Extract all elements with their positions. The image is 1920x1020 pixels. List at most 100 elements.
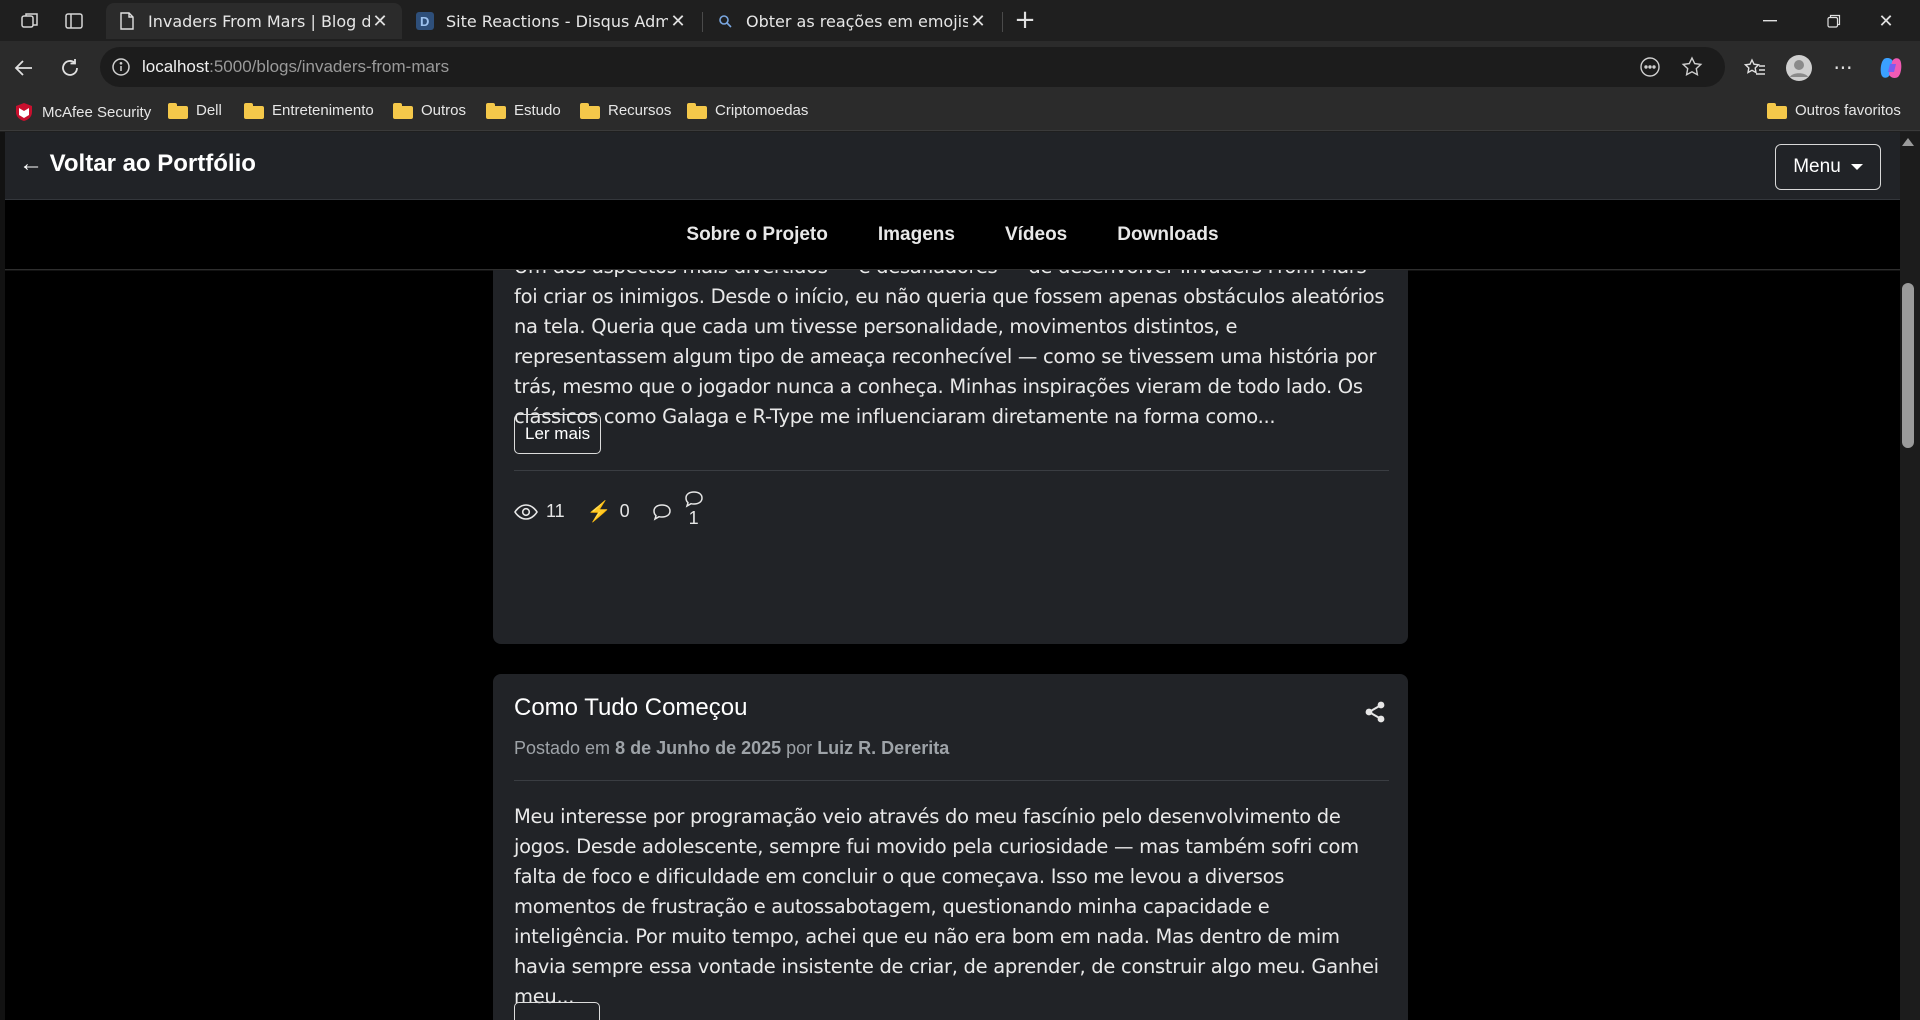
- folder-icon: [1767, 102, 1787, 119]
- tab-title: Site Reactions - Disqus Admin: [446, 11, 668, 31]
- tab-title: Invaders From Mars | Blog do Proj: [148, 11, 370, 31]
- settings-more-icon[interactable]: ···: [1829, 54, 1857, 82]
- post-meta: Postado em 8 de Junho de 2025 por Luiz R…: [514, 738, 949, 759]
- folder-icon: [486, 102, 506, 119]
- tab-separator: [1002, 12, 1003, 32]
- copilot-icon[interactable]: [1877, 54, 1905, 82]
- post-excerpt: Um dos aspectos mais divertidos — e desa…: [514, 255, 1385, 428]
- minimize-button[interactable]: [1750, 8, 1790, 34]
- tab-emoji-reactions[interactable]: Obter as reações em emojis do di ✕: [704, 3, 1000, 39]
- reactions-count: 0: [619, 501, 630, 521]
- folder-icon: [580, 102, 600, 119]
- tab-actions-icon[interactable]: [62, 9, 86, 33]
- new-tab-button[interactable]: +: [1012, 7, 1038, 34]
- bookmark-dell[interactable]: Dell: [168, 102, 222, 119]
- browser-toolbar: localhost:5000/blogs/invaders-from-mars …: [0, 41, 1920, 95]
- lightning-icon: ⚡: [586, 501, 612, 523]
- menu-button[interactable]: Menu: [1775, 144, 1881, 190]
- profile-avatar-icon[interactable]: [1785, 54, 1813, 82]
- post-author: Luiz R. Dererita: [817, 738, 950, 758]
- blog-post-card: Um dos aspectos mais divertidos — e desa…: [493, 232, 1408, 644]
- comments-count: 1: [688, 508, 699, 528]
- card-divider: [514, 780, 1389, 781]
- search-icon: [716, 12, 734, 30]
- tab-disqus-admin[interactable]: D Site Reactions - Disqus Admin ✕: [404, 3, 700, 39]
- tab-invaders-blog[interactable]: Invaders From Mars | Blog do Proj ✕: [106, 3, 402, 39]
- meta-prefix: Postado em: [514, 738, 611, 758]
- share-icon[interactable]: [1363, 700, 1387, 724]
- workspaces-icon[interactable]: [18, 9, 42, 33]
- favorite-star-icon[interactable]: [1681, 56, 1703, 78]
- comment-icon: [652, 503, 671, 521]
- address-bar[interactable]: localhost:5000/blogs/invaders-from-mars: [100, 47, 1725, 87]
- card-divider: [514, 470, 1389, 471]
- site-info-icon[interactable]: [111, 57, 131, 77]
- views-count: 11: [546, 501, 565, 521]
- back-to-portfolio-link[interactable]: ← Voltar ao Portfólio: [19, 150, 256, 178]
- favorites-icon[interactable]: [1741, 54, 1769, 82]
- bookmark-label: McAfee Security: [42, 103, 152, 121]
- eye-icon: [514, 503, 538, 520]
- vertical-scrollbar[interactable]: [1900, 132, 1920, 1020]
- bookmark-label: Outros: [421, 102, 467, 119]
- scrollbar-thumb[interactable]: [1902, 283, 1914, 448]
- bookmark-label: Outros favoritos: [1795, 102, 1901, 119]
- refresh-icon[interactable]: [56, 54, 84, 82]
- read-more-button[interactable]: Ler mais: [514, 414, 602, 454]
- close-tab-icon[interactable]: ✕: [968, 11, 988, 32]
- nav-imagens[interactable]: Imagens: [878, 224, 955, 246]
- caret-down-icon: [1850, 164, 1863, 170]
- project-subnav: Sobre o Projeto Imagens Vídeos Downloads: [5, 200, 1900, 270]
- post-date: 8 de Junho de 2025: [615, 738, 782, 758]
- bookmark-label: Entretenimento: [272, 102, 374, 119]
- nav-videos[interactable]: Vídeos: [1005, 224, 1067, 246]
- bookmark-label: Recursos: [608, 102, 672, 119]
- bookmark-criptomoedas[interactable]: Criptomoedas: [687, 102, 808, 119]
- restore-button[interactable]: [1814, 8, 1854, 34]
- back-arrow-icon[interactable]: [10, 54, 38, 82]
- close-tab-icon[interactable]: ✕: [668, 11, 688, 32]
- folder-icon: [168, 102, 188, 119]
- folder-icon: [244, 102, 264, 119]
- read-aloud-icon[interactable]: [1639, 56, 1661, 78]
- mcafee-shield-icon: [16, 103, 32, 121]
- page-viewport: Um dos aspectos mais divertidos — e desa…: [0, 132, 1900, 1020]
- bookmark-mcafee[interactable]: McAfee Security: [14, 102, 151, 122]
- url-path: :5000/blogs/invaders-from-mars: [209, 57, 450, 76]
- nav-downloads[interactable]: Downloads: [1117, 224, 1218, 246]
- folder-icon: [393, 102, 413, 119]
- folder-icon: [687, 102, 707, 119]
- bookmark-entretenimento[interactable]: Entretenimento: [244, 102, 374, 119]
- read-more-button[interactable]: [514, 1002, 600, 1020]
- menu-label: Menu: [1793, 156, 1841, 177]
- url-text[interactable]: localhost:5000/blogs/invaders-from-mars: [142, 57, 449, 77]
- tab-separator: [702, 12, 703, 32]
- bookmark-outros[interactable]: Outros: [393, 102, 466, 119]
- bookmark-estudo[interactable]: Estudo: [486, 102, 561, 119]
- tab-title: Obter as reações em emojis do di: [746, 11, 968, 31]
- bookmark-label: Estudo: [514, 102, 561, 119]
- post-title[interactable]: Como Tudo Começou: [514, 694, 747, 722]
- bookmark-label: Criptomoedas: [715, 102, 809, 119]
- comment-count-icon: [684, 491, 703, 508]
- blog-post-card: Como Tudo Começou Postado em 8 de Junho …: [493, 674, 1408, 1020]
- disqus-icon: D: [416, 12, 434, 30]
- bookmark-recursos[interactable]: Recursos: [580, 102, 671, 119]
- tab-strip: Invaders From Mars | Blog do Proj ✕ D Si…: [0, 0, 1920, 41]
- views-stat: 11: [514, 501, 565, 522]
- nav-sobre-o-projeto[interactable]: Sobre o Projeto: [686, 224, 827, 246]
- page-icon: [118, 12, 136, 30]
- svg-text:D: D: [420, 14, 429, 29]
- close-tab-icon[interactable]: ✕: [370, 11, 390, 32]
- post-stats: 11 ⚡ 0 1: [514, 491, 726, 531]
- comments-stat[interactable]: 1: [652, 491, 704, 531]
- post-excerpt: Meu interesse por programação veio atrav…: [514, 805, 1379, 1008]
- bookmark-outros-favoritos[interactable]: Outros favoritos: [1767, 102, 1901, 119]
- scroll-up-arrow-icon[interactable]: [1902, 138, 1914, 146]
- bookmark-label: Dell: [196, 102, 222, 119]
- reactions-stat[interactable]: ⚡ 0: [587, 499, 630, 524]
- url-host: localhost: [142, 57, 210, 76]
- close-window-button[interactable]: ✕: [1866, 8, 1906, 34]
- bookmarks-bar: McAfee Security Dell Entretenimento Outr…: [0, 95, 1920, 131]
- browser-window: Invaders From Mars | Blog do Proj ✕ D Si…: [0, 0, 1920, 1020]
